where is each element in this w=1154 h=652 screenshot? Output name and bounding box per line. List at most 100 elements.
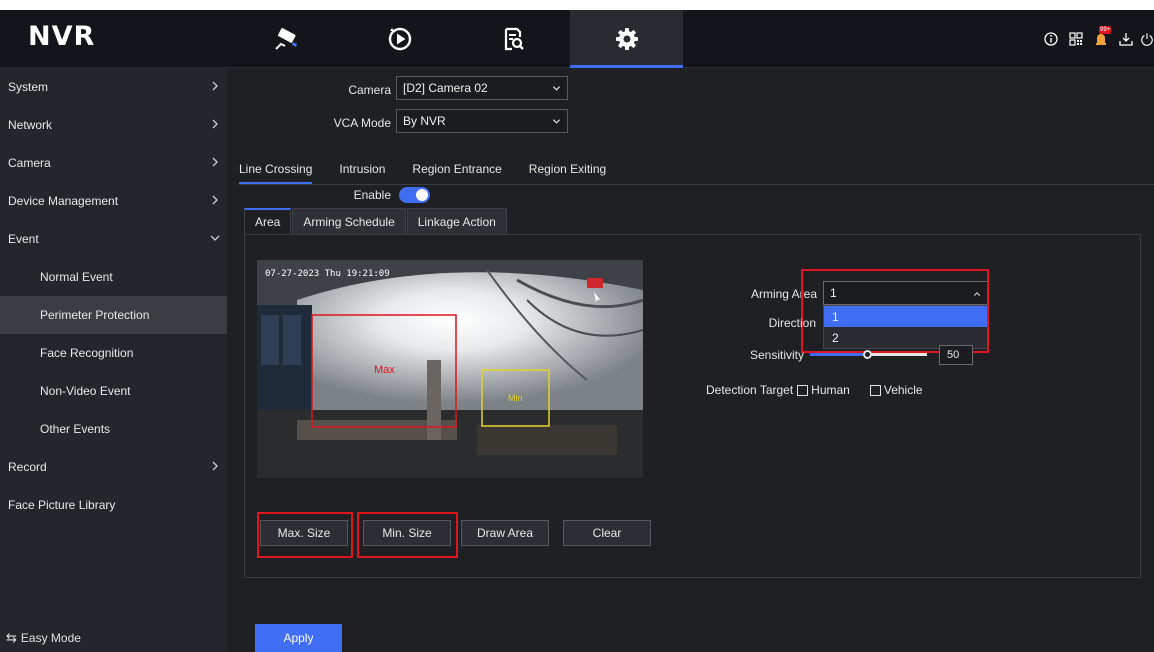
top-bar: NVR 99+: [0, 10, 1154, 68]
camera-select-value: [D2] Camera 02: [403, 81, 488, 95]
max-box-label: Max: [374, 364, 395, 376]
chevron-down-icon: [552, 86, 561, 91]
sidebar-item-label: Normal Event: [40, 270, 113, 284]
top-right-toolbar: 99+: [1037, 26, 1154, 49]
nvr-app: NVR 99+ System Network Camera Device Man…: [0, 10, 1154, 652]
vca-mode-label: VCA Mode: [333, 116, 391, 130]
sidebar-item-camera[interactable]: Camera: [0, 144, 227, 182]
event-type-tabs: Line Crossing Intrusion Region Entrance …: [239, 162, 633, 184]
sidebar-item-face-recognition[interactable]: Face Recognition: [0, 334, 227, 372]
sidebar-item-system[interactable]: System: [0, 68, 227, 106]
draw-area-button[interactable]: Draw Area: [461, 520, 549, 546]
sidebar-item-label: Face Picture Library: [8, 498, 116, 512]
tab-line-crossing[interactable]: Line Crossing: [239, 162, 313, 184]
enable-label: Enable: [353, 188, 391, 202]
sensitivity-slider-thumb[interactable]: [863, 350, 872, 359]
sidebar-item-label: Device Management: [8, 194, 119, 208]
tab-intrusion[interactable]: Intrusion: [339, 162, 385, 184]
vehicle-checkbox[interactable]: [869, 384, 881, 396]
tab-arming-schedule[interactable]: Arming Schedule: [292, 208, 406, 234]
info-button[interactable]: [1040, 29, 1062, 49]
sidebar-item-face-picture-library[interactable]: Face Picture Library: [0, 486, 227, 524]
download-button[interactable]: [1115, 29, 1137, 49]
chevron-down-icon: [552, 119, 561, 124]
detection-target-row: Detection Target Human Vehicle: [706, 383, 923, 397]
alarm-button[interactable]: 99+: [1090, 26, 1112, 49]
direction-label: Direction: [768, 316, 816, 330]
vca-mode-select-value: By NVR: [403, 114, 446, 128]
sidebar-item-label: Face Recognition: [40, 346, 134, 360]
human-checkbox[interactable]: [797, 384, 809, 396]
nav-tab-configuration[interactable]: [570, 10, 683, 68]
sidebar-item-label: Perimeter Protection: [40, 308, 150, 322]
easy-mode-button[interactable]: ⇆ Easy Mode: [6, 624, 81, 652]
apply-button[interactable]: Apply: [255, 624, 342, 652]
sensitivity-value-input[interactable]: 50: [939, 345, 973, 365]
vca-mode-select[interactable]: By NVR: [396, 109, 568, 133]
info-icon: [1044, 32, 1058, 46]
search-file-icon: [504, 27, 524, 51]
toggle-knob: [416, 189, 428, 201]
sidebar-item-label: Camera: [8, 156, 51, 170]
clear-button[interactable]: Clear: [563, 520, 651, 546]
nav-tab-live-view[interactable]: [230, 10, 343, 68]
detection-target-label: Detection Target: [706, 383, 794, 397]
human-label: Human: [811, 383, 850, 397]
config-sub-tabs: Area Arming Schedule Linkage Action: [244, 208, 508, 234]
chevron-right-icon: [212, 195, 218, 205]
swap-icon: ⇆: [6, 630, 17, 645]
vehicle-label: Vehicle: [883, 383, 923, 397]
nav-tab-playback[interactable]: [343, 10, 456, 68]
camera-label: Camera: [348, 83, 391, 97]
sidebar-item-label: Network: [8, 118, 53, 132]
sensitivity-slider-track[interactable]: [810, 350, 927, 359]
tab-linkage-action[interactable]: Linkage Action: [406, 208, 507, 234]
download-icon: [1119, 33, 1133, 46]
sidebar-item-perimeter-protection[interactable]: Perimeter Protection: [0, 296, 227, 334]
area-panel: Max Min 07-27-2023 Thu 19:21:09 Max. Siz…: [244, 234, 1141, 578]
chevron-right-icon: [212, 119, 218, 129]
power-button[interactable]: [1140, 29, 1154, 49]
sensitivity-label: Sensitivity: [749, 348, 804, 362]
camera-preview[interactable]: Max Min 07-27-2023 Thu 19:21:09: [257, 260, 643, 478]
qr-code-button[interactable]: [1065, 29, 1087, 49]
sidebar-item-label: Other Events: [40, 422, 111, 436]
sidebar-item-record[interactable]: Record: [0, 448, 227, 486]
chevron-right-icon: [212, 81, 218, 91]
camera-scene: Max Min: [257, 260, 643, 478]
sidebar-item-normal-event[interactable]: Normal Event: [0, 258, 227, 296]
camera-select[interactable]: [D2] Camera 02: [396, 76, 568, 100]
sidebar-item-non-video-event[interactable]: Non-Video Event: [0, 372, 227, 410]
sidebar-item-device-management[interactable]: Device Management: [0, 182, 227, 220]
tab-region-entrance[interactable]: Region Entrance: [412, 162, 501, 184]
logo: NVR: [28, 21, 96, 52]
easy-mode-label: Easy Mode: [20, 631, 81, 645]
sidebar-item-other-events[interactable]: Other Events: [0, 410, 227, 448]
timestamp-overlay: 07-27-2023 Thu 19:21:09: [265, 269, 390, 279]
sidebar-item-label: Record: [8, 460, 47, 474]
chevron-down-icon: [210, 235, 220, 241]
gear-icon: [615, 28, 638, 50]
chevron-right-icon: [212, 157, 218, 167]
sidebar-item-label: System: [8, 80, 49, 94]
sidebar-item-network[interactable]: Network: [0, 106, 227, 144]
nav-tab-search[interactable]: [456, 10, 569, 68]
sidebar-item-label: Event: [8, 232, 39, 246]
arming-area-highlight: [801, 269, 989, 353]
sidebar-item-event[interactable]: Event: [0, 220, 227, 258]
tab-area[interactable]: Area: [244, 208, 292, 234]
power-icon: [1141, 33, 1153, 46]
tab-region-exiting[interactable]: Region Exiting: [529, 162, 606, 184]
min-box-label: Min: [508, 393, 523, 403]
camera-icon: [274, 28, 297, 50]
enable-toggle[interactable]: [399, 187, 430, 203]
min-size-highlight: [357, 512, 458, 558]
main-content: Camera [D2] Camera 02 VCA Mode By NVR Li…: [227, 68, 1154, 652]
sidebar-item-label: Non-Video Event: [40, 384, 131, 398]
tab-divider: [239, 184, 1154, 185]
playback-icon: [388, 27, 411, 51]
max-size-highlight: [257, 512, 353, 558]
sidebar: System Network Camera Device Management …: [0, 68, 227, 652]
alarm-badge: 99+: [1099, 26, 1112, 34]
sensitivity-slider-fill: [810, 353, 867, 356]
